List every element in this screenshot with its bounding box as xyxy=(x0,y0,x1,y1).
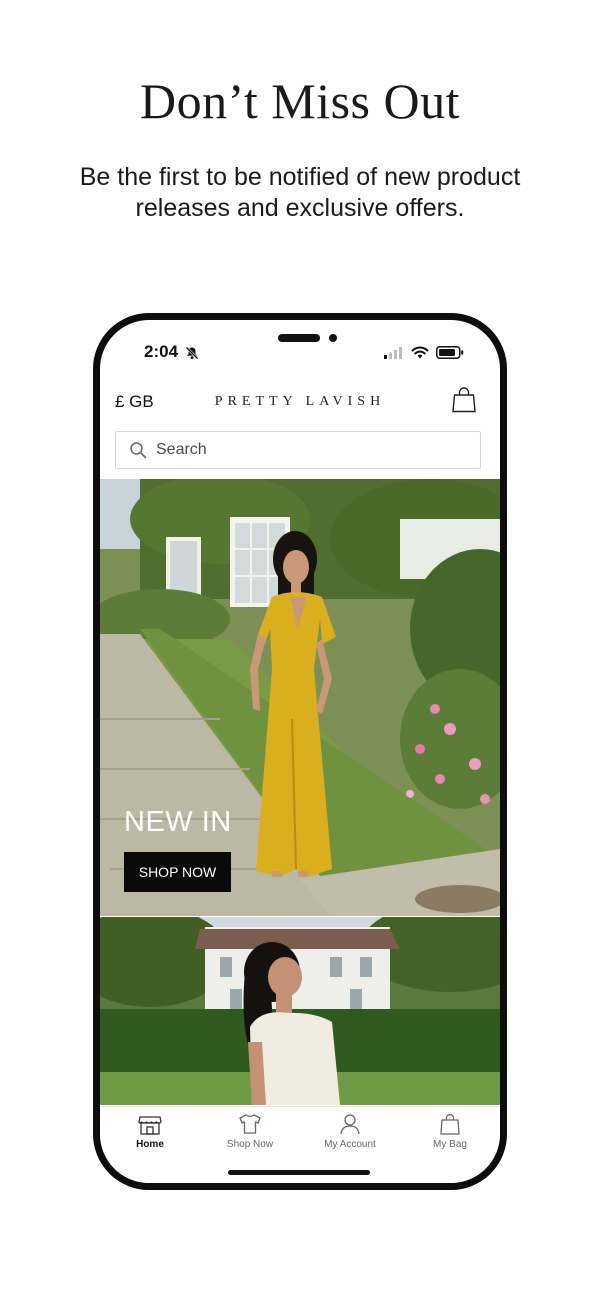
camera-notch xyxy=(278,334,320,342)
promo-subline: Be the first to be notified of new produ… xyxy=(79,163,521,222)
tab-home-label: Home xyxy=(136,1139,164,1150)
camera-dot xyxy=(329,334,337,342)
wifi-icon xyxy=(411,346,429,364)
bell-slash-icon xyxy=(185,346,199,365)
user-icon xyxy=(300,1113,400,1135)
promo-headline: Don’t Miss Out xyxy=(139,73,460,129)
app-screen: 2:04 £ GB PRETTY LAVISH Search NEW IN SH… xyxy=(100,320,500,1183)
phone-frame: 2:04 £ GB PRETTY LAVISH Search NEW IN SH… xyxy=(93,313,507,1190)
cellular-signal-icon xyxy=(384,346,404,364)
search-input[interactable] xyxy=(156,432,466,468)
secondary-banner[interactable] xyxy=(100,917,500,1105)
shopping-bag-icon xyxy=(400,1113,500,1135)
tab-my-account[interactable]: My Account xyxy=(300,1113,400,1159)
status-icons xyxy=(384,346,464,364)
storefront-icon xyxy=(100,1113,200,1135)
hero-banner[interactable]: NEW IN SHOP NOW xyxy=(100,479,500,916)
secondary-photo xyxy=(100,917,500,1105)
home-indicator[interactable] xyxy=(228,1170,370,1175)
hero-title: NEW IN xyxy=(124,806,232,838)
tab-my-bag[interactable]: My Bag xyxy=(400,1113,500,1159)
tab-my-bag-label: My Bag xyxy=(433,1139,467,1150)
status-time: 2:04 xyxy=(144,342,179,361)
tab-shop-now-label: Shop Now xyxy=(226,1139,274,1150)
tab-shop-now[interactable]: Shop Now xyxy=(200,1113,300,1159)
brand-logo[interactable]: PRETTY LAVISH xyxy=(100,394,500,410)
battery-icon xyxy=(436,346,464,364)
tab-home[interactable]: Home xyxy=(100,1113,200,1159)
search-icon xyxy=(129,441,147,464)
hero-photo xyxy=(100,479,500,916)
search-bar[interactable] xyxy=(115,431,481,469)
shop-now-button[interactable]: SHOP NOW xyxy=(124,852,231,892)
tab-my-account-label: My Account xyxy=(324,1139,376,1150)
shopping-bag-icon[interactable] xyxy=(452,387,476,418)
tshirt-icon xyxy=(200,1113,300,1135)
